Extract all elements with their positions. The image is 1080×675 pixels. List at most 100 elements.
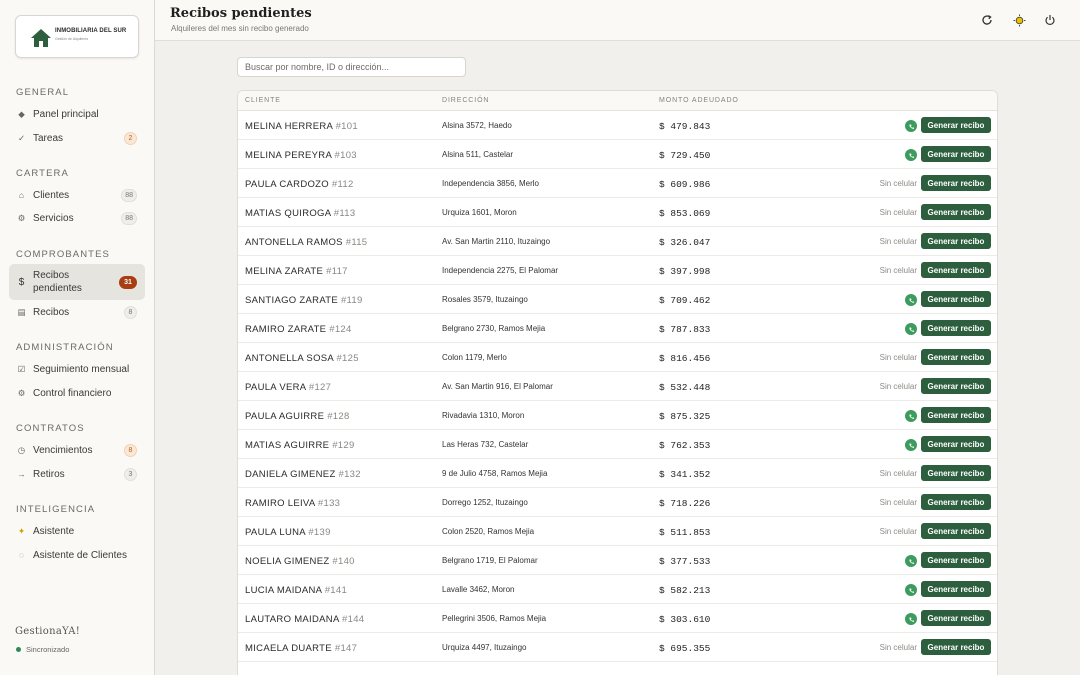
whatsapp-button[interactable] [905, 149, 917, 161]
search-input[interactable] [237, 57, 466, 77]
sidebar-item-asistente-clientes[interactable]: ◌ Asistente de Clientes [9, 544, 145, 566]
sidebar-item-recibos-pendientes[interactable]: $ Recibos pendientes 31 [9, 264, 145, 300]
table-row[interactable]: MELINA PEREYRA #103 Alsina 511, Castelar… [238, 140, 997, 169]
table-row[interactable]: LAUTARO MAIDANA #144 Pellegrini 3506, Ra… [238, 604, 997, 633]
client-name-cell: MATIAS QUIROGA #113 [245, 208, 355, 219]
power-icon [1045, 15, 1055, 25]
client-name-cell: RAMIRO LEIVA #133 [245, 498, 340, 509]
client-name-cell: LAUTARO MAIDANA #144 [245, 614, 364, 625]
whatsapp-button[interactable] [905, 294, 917, 306]
generate-receipt-button[interactable]: Generar recibo [921, 581, 991, 597]
table-row[interactable]: SANTIAGO ZARATE #119 Rosales 3579, Ituza… [238, 285, 997, 314]
sidebar-item-servicios[interactable]: ⚙ Servicios 88 [9, 207, 145, 229]
amount-cell: $ 303.610 [659, 614, 711, 625]
client-id: #124 [329, 324, 352, 335]
client-id: #128 [327, 411, 350, 422]
table-row[interactable]: MICAELA DUARTE #147 Urquiza 4497, Ituzai… [238, 633, 997, 662]
no-phone-label: Sin celular [879, 179, 917, 188]
whatsapp-button[interactable] [905, 410, 917, 422]
address-cell: Alsina 3572, Haedo [442, 121, 512, 130]
table-row[interactable]: RAMIRO ZARATE #124 Belgrano 2730, Ramos … [238, 314, 997, 343]
amount-cell: $ 762.353 [659, 440, 711, 451]
table-row[interactable]: ANTONELLA SOSA #125 Colon 1179, Merlo $ … [238, 343, 997, 372]
column-header-address: Dirección [442, 97, 490, 104]
client-name-cell: SANTIAGO ZARATE #119 [245, 295, 363, 306]
table-row[interactable]: PAULA LUNA #139 Colon 2520, Ramos Mejia … [238, 517, 997, 546]
generate-receipt-button[interactable]: Generar recibo [921, 436, 991, 452]
gear-icon: ⚙ [17, 212, 26, 223]
sidebar-item-label: Seguimiento mensual [33, 363, 130, 375]
whatsapp-button[interactable] [905, 584, 917, 596]
table-row[interactable]: LUCIA MAIDANA #141 Lavalle 3462, Moron $… [238, 575, 997, 604]
theme-toggle-button[interactable] [1010, 11, 1028, 29]
table-row[interactable]: PAULA VERA #127 Av. San Martin 916, El P… [238, 372, 997, 401]
table-row[interactable]: NOELIA GIMENEZ #140 Belgrano 1719, El Pa… [238, 546, 997, 575]
receipt-icon: ▤ [17, 306, 26, 317]
sidebar-item-panel-principal[interactable]: ◆ Panel principal [9, 103, 145, 125]
generate-receipt-button[interactable]: Generar recibo [921, 291, 991, 307]
generate-receipt-button[interactable]: Generar recibo [921, 349, 991, 365]
table-row[interactable]: MELINA HERRERA #101 Alsina 3572, Haedo $… [238, 111, 997, 140]
sidebar-item-recibos[interactable]: ▤ Recibos 8 [9, 301, 145, 323]
generate-receipt-button[interactable]: Generar recibo [921, 407, 991, 423]
client-name-cell: PAULA AGUIRRE #128 [245, 411, 350, 422]
table-row[interactable]: DANIELA GIMENEZ #132 9 de Julio 4758, Ra… [238, 459, 997, 488]
client-name: NOELIA GIMENEZ [245, 556, 330, 567]
table-row[interactable]: RAMIRO LEIVA #133 Dorrego 1252, Ituzaing… [238, 488, 997, 517]
table-row[interactable]: MATIAS AGUIRRE #129 Las Heras 732, Caste… [238, 430, 997, 459]
company-logo[interactable]: INMOBILIARIA DEL SUR Gestión de Alquiler… [15, 15, 139, 58]
sidebar-item-tareas[interactable]: ✓ Tareas 2 [9, 127, 145, 149]
table-row[interactable]: ANTONELLA RAMOS #115 Av. San Martin 2110… [238, 227, 997, 256]
address-cell: Pellegrini 3506, Ramos Mejia [442, 614, 547, 623]
sidebar-item-control-financiero[interactable]: ⚙ Control financiero [9, 382, 145, 404]
generate-receipt-button[interactable]: Generar recibo [921, 639, 991, 655]
generate-receipt-button[interactable]: Generar recibo [921, 378, 991, 394]
sidebar-item-vencimientos[interactable]: ◷ Vencimientos 8 [9, 439, 145, 461]
table-row[interactable]: PAULA CARDOZO #112 Independencia 3856, M… [238, 169, 997, 198]
client-name: RAMIRO ZARATE [245, 324, 327, 335]
sidebar-item-clientes[interactable]: ⌂ Clientes 88 [9, 184, 145, 206]
table-row[interactable]: PAULA AGUIRRE #128 Rivadavia 1310, Moron… [238, 401, 997, 430]
generate-receipt-button[interactable]: Generar recibo [921, 204, 991, 220]
refresh-icon [982, 15, 992, 25]
generate-receipt-button[interactable]: Generar recibo [921, 146, 991, 162]
generate-receipt-button[interactable]: Generar recibo [921, 465, 991, 481]
whatsapp-button[interactable] [905, 555, 917, 567]
sidebar-item-asistente[interactable]: ✦ Asistente [9, 520, 145, 542]
whatsapp-button[interactable] [905, 120, 917, 132]
section-title-administracion: Administración [16, 342, 114, 353]
amount-cell: $ 718.226 [659, 498, 711, 509]
table-row[interactable]: MATIAS QUIROGA #113 Urquiza 1601, Moron … [238, 198, 997, 227]
logout-button[interactable] [1041, 11, 1059, 29]
section-title-inteligencia: Inteligencia [16, 504, 96, 515]
generate-receipt-button[interactable]: Generar recibo [921, 175, 991, 191]
generate-receipt-button[interactable]: Generar recibo [921, 552, 991, 568]
no-phone-label: Sin celular [879, 353, 917, 362]
whatsapp-button[interactable] [905, 613, 917, 625]
whatsapp-button[interactable] [905, 323, 917, 335]
address-cell: 9 de Julio 4758, Ramos Mejia [442, 469, 548, 478]
generate-receipt-button[interactable]: Generar recibo [921, 320, 991, 336]
whatsapp-icon [905, 613, 917, 625]
generate-receipt-button[interactable]: Generar recibo [921, 523, 991, 539]
client-id: #133 [317, 498, 341, 509]
sidebar-item-retiros[interactable]: → Retiros 3 [9, 463, 145, 485]
table-row[interactable]: MELINA ZARATE #117 Independencia 2275, E… [238, 256, 997, 285]
refresh-button[interactable] [978, 11, 996, 29]
whatsapp-button[interactable] [905, 439, 917, 451]
generate-receipt-button[interactable]: Generar recibo [921, 233, 991, 249]
client-name: ANTONELLA SOSA [245, 353, 334, 364]
client-name-cell: MELINA ZARATE #117 [245, 266, 348, 277]
section-title-comprobantes: Comprobantes [16, 249, 110, 260]
client-name-cell: MICAELA DUARTE #147 [245, 643, 357, 654]
generate-receipt-button[interactable]: Generar recibo [921, 262, 991, 278]
no-phone-label: Sin celular [879, 266, 917, 275]
sidebar-item-seguimiento-mensual[interactable]: ☑ Seguimiento mensual [9, 358, 145, 380]
whatsapp-icon [905, 584, 917, 596]
generate-receipt-button[interactable]: Generar recibo [921, 117, 991, 133]
amount-cell: $ 397.998 [659, 266, 711, 277]
address-cell: Independencia 3856, Merlo [442, 179, 539, 188]
generate-receipt-button[interactable]: Generar recibo [921, 610, 991, 626]
client-name: MELINA HERRERA [245, 121, 333, 132]
generate-receipt-button[interactable]: Generar recibo [921, 494, 991, 510]
